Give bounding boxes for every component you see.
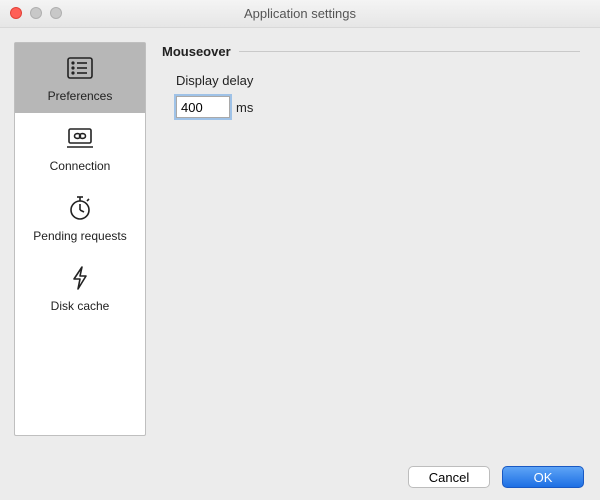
section-title: Mouseover [162, 44, 231, 59]
sidebar-item-label: Pending requests [33, 229, 126, 243]
display-delay-input[interactable] [176, 96, 230, 118]
section-header: Mouseover [162, 44, 580, 59]
sidebar-item-preferences[interactable]: Preferences [15, 43, 145, 113]
close-window-button[interactable] [10, 7, 22, 19]
minimize-window-button[interactable] [30, 7, 42, 19]
ok-button[interactable]: OK [502, 466, 584, 488]
sidebar-item-label: Connection [50, 159, 111, 173]
zoom-window-button[interactable] [50, 7, 62, 19]
stopwatch-icon [64, 195, 96, 221]
sidebar: Preferences Connection [14, 42, 146, 436]
display-delay-field: Display delay ms [176, 73, 580, 118]
display-delay-unit: ms [236, 100, 253, 115]
window-controls [10, 7, 62, 19]
window-title: Application settings [244, 6, 356, 21]
connection-icon [64, 125, 96, 151]
sidebar-item-connection[interactable]: Connection [15, 113, 145, 183]
sidebar-item-label: Preferences [48, 89, 113, 103]
section-divider [239, 51, 580, 52]
main-panel: Mouseover Display delay ms [156, 42, 586, 436]
list-icon [64, 55, 96, 81]
sidebar-item-pending-requests[interactable]: Pending requests [15, 183, 145, 253]
content-area: Preferences Connection [0, 28, 600, 450]
cancel-button[interactable]: Cancel [408, 466, 490, 488]
dialog-buttons: Cancel OK [408, 466, 584, 488]
display-delay-label: Display delay [176, 73, 580, 88]
display-delay-row: ms [176, 96, 580, 118]
lightning-icon [64, 265, 96, 291]
titlebar: Application settings [0, 0, 600, 28]
sidebar-item-label: Disk cache [51, 299, 110, 313]
sidebar-item-disk-cache[interactable]: Disk cache [15, 253, 145, 323]
